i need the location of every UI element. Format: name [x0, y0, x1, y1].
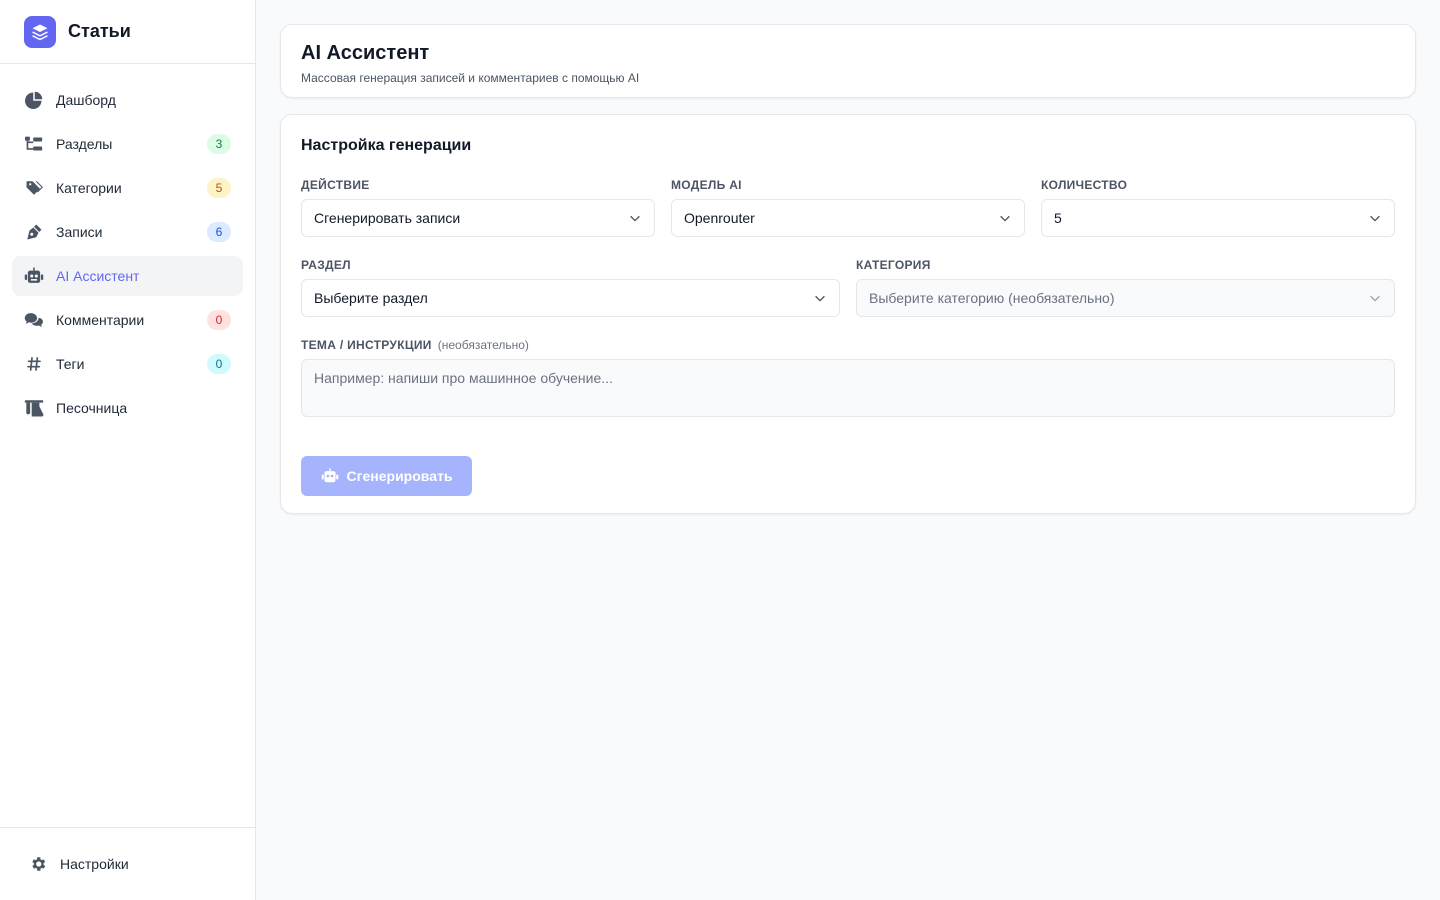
settings-label: Настройки [60, 856, 129, 872]
chevron-down-icon [1000, 215, 1010, 222]
robot-icon [321, 468, 338, 483]
sidebar-item-sandbox[interactable]: Песочница [12, 388, 243, 428]
sidebar-footer: Настройки [0, 827, 255, 900]
brand-title: Статьи [68, 21, 131, 41]
chevron-down-icon [815, 295, 825, 302]
tags-icon [24, 178, 44, 198]
sidebar: Статьи Дашборд Разделы 3 Категории 5 Зап… [0, 0, 256, 900]
robot-icon [24, 266, 44, 286]
form-row-2: Раздел Выберите раздел Категория Выберит… [301, 257, 1395, 317]
pie-chart-icon [24, 90, 44, 110]
action-select-value: Сгенерировать записи [314, 210, 461, 226]
page-subtitle: Массовая генерация записей и комментарие… [301, 71, 640, 85]
form-row-1: Действие Сгенерировать записи Модель AI … [301, 177, 1395, 237]
count-field: Количество 5 [1041, 177, 1395, 237]
count-badge: 3 [207, 134, 231, 154]
form-title: Настройка генерации [301, 137, 472, 154]
category-select[interactable]: Выберите категорию (необязательно) [856, 279, 1395, 317]
topic-label: Тема / Инструкции [301, 338, 432, 352]
sidebar-item-label: Песочница [56, 400, 128, 416]
model-select[interactable]: Openrouter [671, 199, 1025, 237]
chevron-down-icon [1370, 215, 1380, 222]
sidebar-item-ai-assistant[interactable]: AI Ассистент [12, 256, 243, 296]
topic-label-row: Тема / Инструкции (необязательно) [301, 337, 1395, 353]
hashtag-icon [24, 354, 44, 374]
generate-button[interactable]: Сгенерировать [301, 456, 472, 496]
sidebar-item-label: AI Ассистент [56, 268, 140, 284]
generation-settings-card: Настройка генерации Действие Сгенерирова… [280, 114, 1416, 514]
topic-textarea[interactable] [301, 359, 1395, 417]
category-label: Категория [856, 258, 931, 272]
count-badge: 0 [207, 310, 231, 330]
section-select[interactable]: Выберите раздел [301, 279, 840, 317]
comments-icon [24, 310, 44, 330]
section-select-value: Выберите раздел [314, 290, 428, 306]
generate-button-label: Сгенерировать [346, 468, 453, 484]
sidebar-item-label: Категории [56, 180, 122, 196]
topic-field: Тема / Инструкции (необязательно) [301, 337, 1395, 422]
sidebar-item-label: Разделы [56, 136, 113, 152]
sidebar-item-dashboard[interactable]: Дашборд [12, 80, 243, 120]
count-badge: 6 [207, 222, 231, 242]
topic-optional-hint: (необязательно) [437, 338, 529, 352]
section-label: Раздел [301, 258, 351, 272]
count-badge: 5 [207, 178, 231, 198]
chevron-down-icon [1370, 295, 1380, 302]
action-select[interactable]: Сгенерировать записи [301, 199, 655, 237]
main-content: AI Ассистент Массовая генерация записей … [256, 0, 1440, 900]
sidebar-item-tags[interactable]: Теги 0 [12, 344, 243, 384]
sidebar-item-label: Дашборд [56, 92, 116, 108]
model-field: Модель AI Openrouter [671, 177, 1025, 237]
action-field: Действие Сгенерировать записи [301, 177, 655, 237]
folder-tree-icon [24, 134, 44, 154]
sidebar-item-posts[interactable]: Записи 6 [12, 212, 243, 252]
sidebar-item-categories[interactable]: Категории 5 [12, 168, 243, 208]
count-select[interactable]: 5 [1041, 199, 1395, 237]
sidebar-item-comments[interactable]: Комментарии 0 [12, 300, 243, 340]
pen-nib-icon [24, 222, 44, 242]
category-field: Категория Выберите категорию (необязател… [856, 257, 1395, 317]
category-select-value: Выберите категорию (необязательно) [869, 290, 1115, 306]
chevron-down-icon [630, 215, 640, 222]
count-label: Количество [1041, 178, 1128, 192]
model-label: Модель AI [671, 178, 742, 192]
count-badge: 0 [207, 354, 231, 374]
page-header: AI Ассистент Массовая генерация записей … [280, 24, 1416, 98]
sidebar-item-sections[interactable]: Разделы 3 [12, 124, 243, 164]
gear-icon [28, 854, 48, 874]
action-label: Действие [301, 178, 370, 192]
settings-link[interactable]: Настройки [16, 844, 239, 884]
layers-icon [24, 15, 56, 48]
sidebar-item-label: Комментарии [56, 312, 145, 328]
sidebar-item-label: Записи [56, 224, 103, 240]
count-select-value: 5 [1054, 210, 1062, 226]
sidebar-item-label: Теги [56, 356, 85, 372]
sidebar-nav: Дашборд Разделы 3 Категории 5 Записи 6 A… [0, 64, 255, 428]
page-title: AI Ассистент [301, 42, 430, 64]
section-field: Раздел Выберите раздел [301, 257, 840, 317]
model-select-value: Openrouter [684, 210, 755, 226]
brand[interactable]: Статьи [0, 0, 255, 64]
flask-icon [24, 398, 44, 418]
